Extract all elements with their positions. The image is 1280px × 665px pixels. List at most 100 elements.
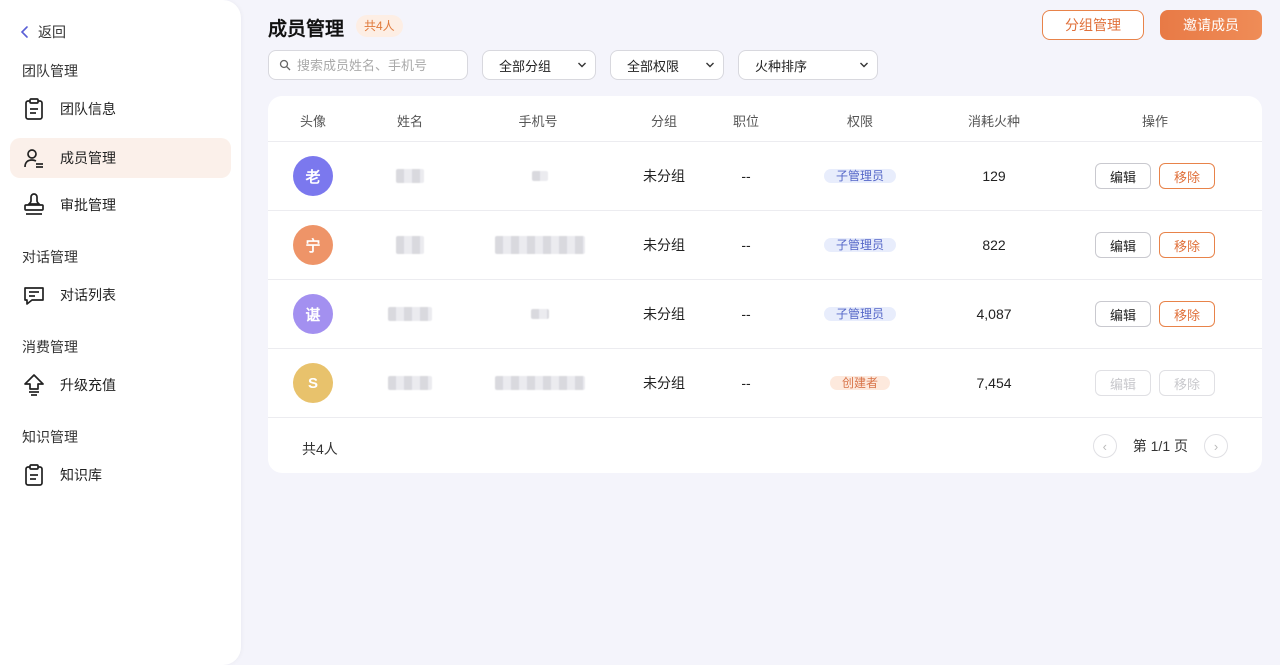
column-header: 消耗火种 [967, 114, 1021, 129]
member-name-redacted [388, 307, 432, 321]
back-label: 返回 [38, 24, 66, 40]
role-badge: 创建者 [829, 376, 891, 390]
table-row: 老 未分组 -- 子管理员 129 编辑 移除 [268, 142, 1262, 211]
invite-member-button[interactable]: 邀请成员 [1160, 10, 1262, 40]
sidebar-item-label: 审批管理 [60, 197, 116, 213]
sidebar-item-label: 升级充值 [60, 377, 116, 393]
group-cell: 未分组 [643, 168, 685, 184]
actions-cell: 编辑 移除 [1095, 370, 1215, 396]
section-title-chat: 对话管理 [22, 249, 78, 265]
column-header: 职位 [732, 114, 760, 129]
column-header: 操作 [1141, 114, 1169, 129]
column-header: 头像 [299, 114, 327, 129]
column-header: 权限 [846, 114, 874, 129]
clipboard-icon [22, 463, 46, 487]
search-input[interactable] [297, 57, 457, 73]
avatar-cell: 宁 [293, 225, 333, 265]
section-title-knowledge: 知识管理 [22, 429, 78, 445]
group-filter-value: 全部分组 [499, 58, 552, 74]
user-manage-icon [22, 146, 46, 170]
table-header: 头像 姓名 手机号 分组 职位 权限 消耗火种 操作 [268, 96, 1262, 142]
section-title-billing: 消费管理 [22, 339, 78, 355]
actions-cell: 编辑 移除 [1095, 301, 1215, 327]
search-icon [279, 59, 291, 71]
search-box [268, 50, 468, 80]
avatar: 老 [293, 156, 333, 196]
position-cell: -- [741, 237, 751, 253]
sidebar-item-chat-list[interactable]: 对话列表 [10, 275, 231, 315]
remove-button[interactable]: 移除 [1159, 232, 1215, 258]
avatar-cell: 谌 [293, 294, 333, 334]
sidebar-item-label: 团队信息 [60, 101, 116, 117]
member-table-card: 头像 姓名 手机号 分组 职位 权限 消耗火种 操作 老 未分组 -- 子管理员… [268, 96, 1262, 473]
prev-page-button[interactable]: ‹ [1092, 434, 1117, 458]
permission-filter-select[interactable]: 全部权限 [610, 50, 724, 80]
actions-cell: 编辑 移除 [1095, 163, 1215, 189]
avatar: 宁 [293, 225, 333, 265]
chevron-down-icon [578, 62, 586, 68]
member-name-redacted [388, 376, 432, 390]
sidebar-item-upgrade[interactable]: 升级充值 [10, 365, 231, 405]
sidebar-item-label: 对话列表 [60, 287, 116, 303]
permission-filter-value: 全部权限 [627, 58, 680, 74]
chat-icon [22, 283, 46, 307]
position-cell: -- [741, 375, 751, 391]
member-count-badge: 共4人 [356, 15, 403, 37]
chevron-left-icon [20, 26, 28, 38]
edit-button[interactable]: 编辑 [1095, 232, 1151, 258]
group-manage-button[interactable]: 分组管理 [1042, 10, 1144, 40]
section-title-team: 团队管理 [22, 63, 78, 79]
sidebar-item-knowledge-base[interactable]: 知识库 [10, 455, 231, 495]
avatar: 谌 [293, 294, 333, 334]
chevron-down-icon [706, 62, 714, 68]
consumption-cell: 129 [982, 168, 1006, 184]
column-header: 姓名 [396, 114, 424, 129]
consumption-cell: 7,454 [976, 375, 1012, 391]
sidebar-item-approval[interactable]: 审批管理 [10, 185, 231, 225]
remove-button[interactable]: 移除 [1159, 163, 1215, 189]
table-row: 谌 未分组 -- 子管理员 4,087 编辑 移除 [268, 280, 1262, 349]
group-cell: 未分组 [643, 237, 685, 253]
member-name-redacted [396, 169, 424, 183]
pagination: ‹ 第 1/1 页 › [1092, 434, 1228, 458]
back-button[interactable]: 返回 [18, 22, 66, 42]
table-row: 宁 未分组 -- 子管理员 822 编辑 移除 [268, 211, 1262, 280]
position-cell: -- [741, 306, 751, 322]
edit-button[interactable]: 编辑 [1095, 163, 1151, 189]
phone-redacted [531, 309, 549, 319]
next-page-button[interactable]: › [1204, 434, 1228, 458]
column-header: 手机号 [518, 114, 558, 129]
group-cell: 未分组 [643, 306, 685, 322]
phone-redacted [495, 376, 585, 390]
edit-button: 编辑 [1095, 370, 1151, 396]
consumption-cell: 822 [982, 237, 1006, 253]
chevron-down-icon [860, 62, 868, 68]
phone-redacted [532, 171, 548, 181]
role-badge: 子管理员 [823, 169, 897, 183]
sidebar-item-label: 成员管理 [60, 150, 116, 166]
sidebar: 返回 团队管理 团队信息 成员管理 审批管理 对话管理 对话列表 消费管理 升级… [0, 0, 241, 665]
group-filter-select[interactable]: 全部分组 [482, 50, 596, 80]
member-name-redacted [396, 236, 424, 254]
remove-button[interactable]: 移除 [1159, 301, 1215, 327]
avatar-cell: S [293, 363, 333, 403]
footer-total: 共4人 [302, 441, 338, 457]
role-cell: 子管理员 [823, 233, 897, 257]
table-row: S 未分组 -- 创建者 7,454 编辑 移除 [268, 349, 1262, 418]
sidebar-item-member-manage[interactable]: 成员管理 [10, 138, 231, 178]
clipboard-icon [22, 97, 46, 121]
upgrade-icon [22, 373, 46, 397]
consumption-cell: 4,087 [976, 306, 1012, 322]
avatar-cell: 老 [293, 156, 333, 196]
sidebar-item-team-info[interactable]: 团队信息 [10, 89, 231, 129]
page-title: 成员管理 [268, 19, 345, 40]
role-badge: 子管理员 [823, 307, 897, 321]
sidebar-item-label: 知识库 [60, 467, 102, 483]
column-header: 分组 [650, 114, 678, 129]
avatar: S [293, 363, 333, 403]
edit-button[interactable]: 编辑 [1095, 301, 1151, 327]
remove-button: 移除 [1159, 370, 1215, 396]
sort-select[interactable]: 火种排序 [738, 50, 878, 80]
group-cell: 未分组 [643, 375, 685, 391]
page-indicator: 第 1/1 页 [1132, 438, 1188, 454]
